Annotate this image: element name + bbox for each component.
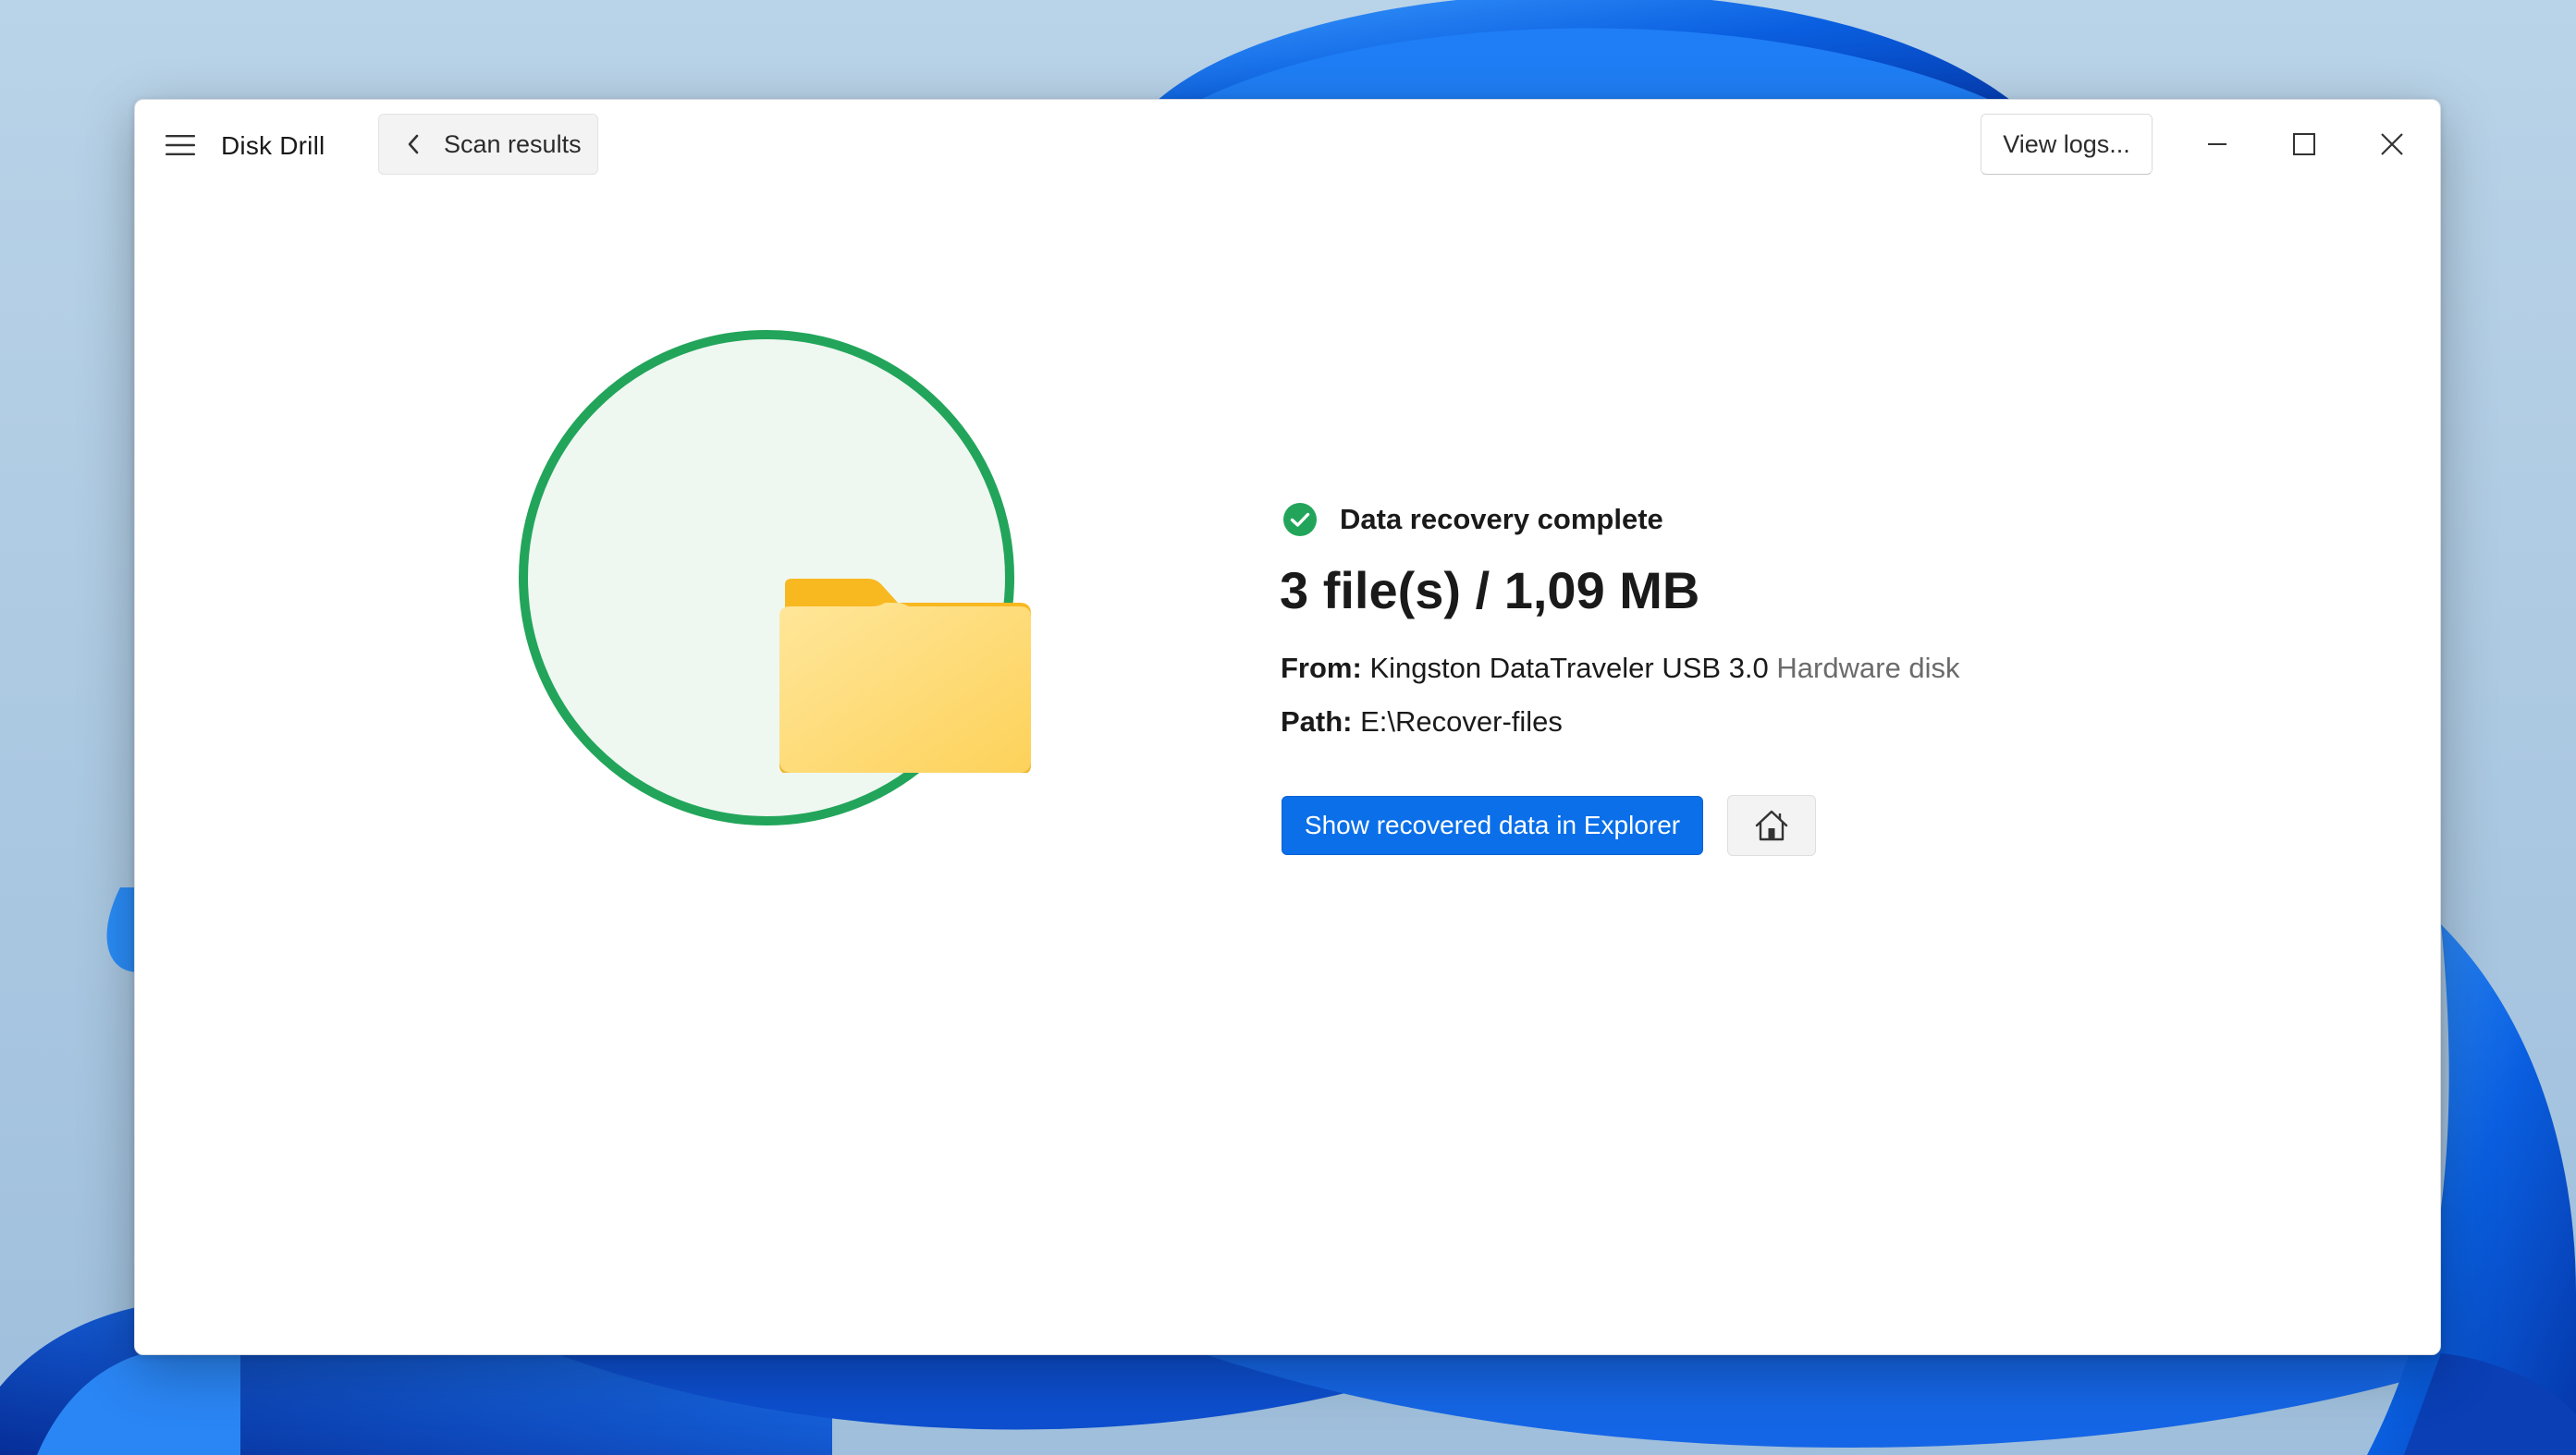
- show-in-explorer-button[interactable]: Show recovered data in Explorer: [1282, 796, 1703, 855]
- folder-icon: [779, 579, 1031, 773]
- path-label: Path:: [1281, 705, 1353, 738]
- view-logs-button[interactable]: View logs...: [1981, 114, 2153, 175]
- recovered-files-summary: 3 file(s) / 1,09 MB: [1280, 561, 1700, 619]
- minimize-icon: [2208, 143, 2226, 145]
- home-button[interactable]: [1727, 795, 1816, 856]
- home-icon: [1755, 810, 1788, 841]
- from-label: From:: [1281, 652, 1362, 684]
- source-device: Kingston DataTraveler USB 3.0: [1369, 652, 1769, 684]
- hamburger-menu-icon: [166, 135, 195, 155]
- recovery-status: Data recovery complete: [1282, 499, 1663, 540]
- maximize-icon: [2293, 133, 2315, 155]
- source-type: Hardware disk: [1776, 652, 1960, 684]
- status-text: Data recovery complete: [1340, 503, 1663, 535]
- hamburger-menu-button[interactable]: [153, 118, 207, 172]
- back-to-scan-results-button[interactable]: Scan results: [378, 114, 598, 175]
- close-button[interactable]: [2355, 116, 2429, 172]
- app-title: Disk Drill: [221, 131, 325, 160]
- close-icon: [2381, 133, 2403, 155]
- minimize-button[interactable]: [2180, 116, 2254, 172]
- path-value: E:\Recover-files: [1360, 705, 1563, 738]
- source-line: From: Kingston DataTraveler USB 3.0 Hard…: [1281, 649, 1960, 688]
- chevron-left-icon: [403, 134, 423, 154]
- title-bar: Disk Drill Scan results View logs...: [135, 100, 2440, 192]
- maximize-button[interactable]: [2267, 116, 2341, 172]
- check-circle-icon: [1283, 503, 1317, 536]
- back-button-label: Scan results: [444, 129, 582, 158]
- path-line: Path: E:\Recover-files: [1281, 703, 1563, 741]
